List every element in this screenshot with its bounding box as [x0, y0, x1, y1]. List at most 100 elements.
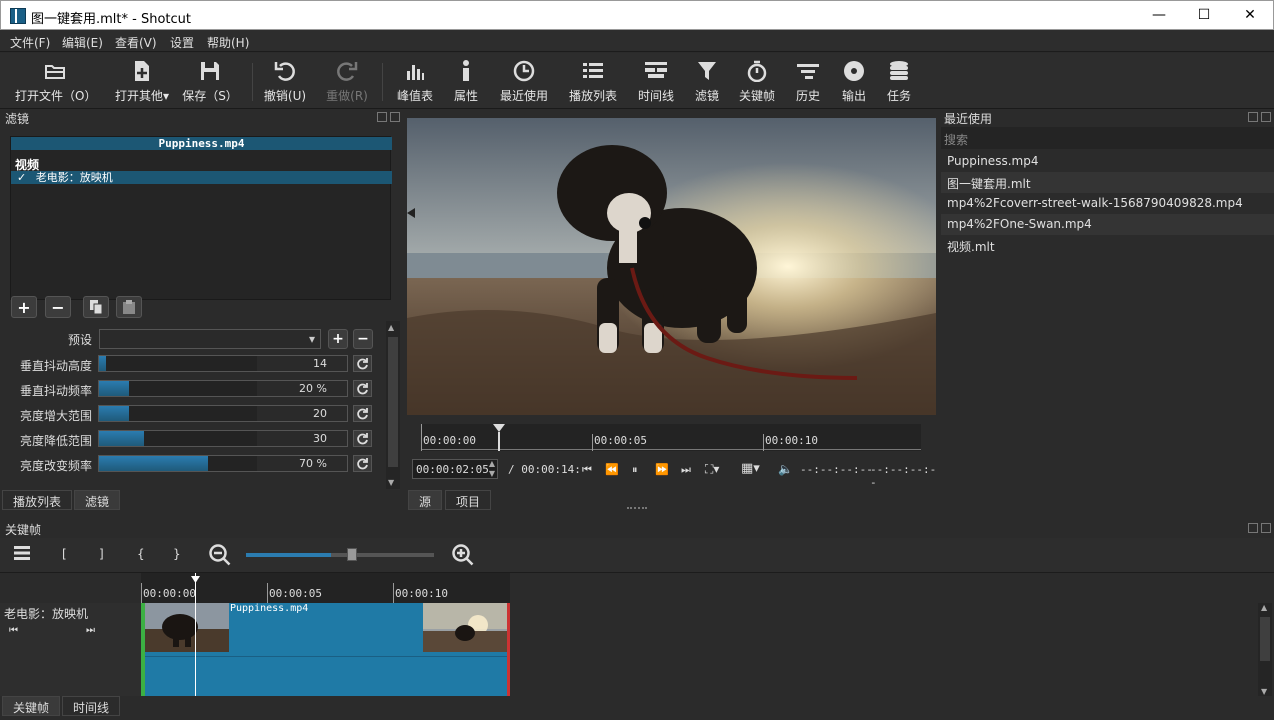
- param-slider[interactable]: 20: [98, 405, 348, 422]
- menu-settings[interactable]: 设置: [170, 34, 194, 51]
- history-button[interactable]: 历史: [790, 59, 826, 104]
- preset-dropdown[interactable]: ▾: [99, 329, 321, 349]
- export-button[interactable]: 输出: [836, 59, 872, 104]
- reset-param-button[interactable]: [353, 430, 372, 447]
- param-slider[interactable]: 30: [98, 430, 348, 447]
- zoom-in-icon[interactable]: [451, 543, 475, 570]
- next-keyframe-button[interactable]: }: [173, 547, 181, 561]
- menu-help[interactable]: 帮助(H): [207, 34, 249, 51]
- tab-timeline[interactable]: 时间线: [62, 696, 121, 716]
- grid-icon[interactable]: ▦▾: [741, 461, 760, 476]
- reset-param-button[interactable]: [353, 455, 372, 472]
- params-scrollbar[interactable]: ▲ ▼: [386, 321, 400, 489]
- seek-out-button[interactable]: ]: [99, 547, 104, 561]
- prev-keyframe-icon[interactable]: ⏮: [9, 625, 18, 636]
- player-timeline-ruler[interactable]: 00:00:00 00:00:05 00:00:10: [421, 424, 921, 451]
- param-slider[interactable]: 14: [98, 355, 348, 372]
- tab-playlist[interactable]: 播放列表: [2, 490, 73, 510]
- keyframes-button[interactable]: 关键帧: [734, 59, 780, 104]
- recent-search-input[interactable]: 搜索: [941, 127, 1274, 149]
- checkbox-icon[interactable]: ✓: [17, 171, 26, 184]
- recent-panel-title: 最近使用: [944, 112, 993, 126]
- keyframes-scrollbar[interactable]: ▲ ▼: [1258, 603, 1272, 696]
- next-keyframe-icon[interactable]: ⏭: [86, 625, 95, 636]
- properties-button[interactable]: 属性: [448, 59, 484, 104]
- copy-filter-button[interactable]: [83, 296, 109, 318]
- save-button[interactable]: 保存（S）: [178, 59, 242, 104]
- playlist-button[interactable]: 播放列表: [565, 59, 621, 104]
- recent-item[interactable]: mp4%2FOne-Swan.mp4: [941, 214, 1274, 235]
- param-fill: [99, 431, 144, 446]
- menu-file[interactable]: 文件(F): [10, 34, 50, 51]
- tab-project[interactable]: 项目: [445, 490, 492, 510]
- pause-icon[interactable]: ⏸: [632, 463, 638, 477]
- zoom-out-icon[interactable]: [208, 543, 232, 570]
- recent-button[interactable]: 最近使用: [496, 59, 552, 104]
- undo-button[interactable]: 撤销(U): [260, 59, 310, 104]
- tab-filters[interactable]: 滤镜: [74, 490, 121, 510]
- volume-icon[interactable]: 🔈: [778, 462, 793, 476]
- skip-next-icon[interactable]: ⏭: [681, 463, 691, 477]
- clip-thumbnail-end: [423, 603, 507, 652]
- float-panel-icon[interactable]: [1248, 112, 1258, 122]
- recent-item[interactable]: 视频.mlt: [941, 235, 1274, 256]
- param-value: 20: [313, 407, 327, 420]
- param-slider[interactable]: 70 %: [98, 455, 348, 472]
- reset-param-button[interactable]: [353, 380, 372, 397]
- zoom-slider[interactable]: [246, 548, 434, 561]
- rewind-icon[interactable]: ⏪: [605, 463, 619, 476]
- spinner-icon[interactable]: ▲ ▼: [489, 459, 495, 479]
- add-filter-button[interactable]: +: [11, 296, 37, 318]
- close-panel-icon[interactable]: [390, 112, 400, 122]
- list-icon: [565, 59, 621, 83]
- fast-forward-icon[interactable]: ⏩: [655, 463, 669, 476]
- peak-meter-button[interactable]: 峰值表: [393, 59, 437, 104]
- menu-icon[interactable]: [14, 546, 30, 563]
- undo-icon: [260, 59, 310, 83]
- keyframe-clip[interactable]: Puppiness.mp4: [141, 603, 510, 696]
- keyframes-playhead[interactable]: [195, 573, 196, 696]
- skip-previous-icon[interactable]: ⏮: [582, 463, 592, 477]
- reset-param-button[interactable]: [353, 405, 372, 422]
- recent-item[interactable]: Puppiness.mp4: [941, 151, 1274, 172]
- maximize-button[interactable]: ☐: [1181, 1, 1227, 30]
- close-panel-icon[interactable]: [1261, 112, 1271, 122]
- menu-view[interactable]: 查看(V): [115, 34, 157, 51]
- paste-filter-button[interactable]: [116, 296, 142, 318]
- float-panel-icon[interactable]: [377, 112, 387, 122]
- open-file-button[interactable]: 打开文件（O）: [15, 59, 96, 104]
- open-other-button[interactable]: 打开其他▾: [110, 59, 174, 104]
- bottom-tabbar: 关键帧 时间线: [0, 696, 1274, 720]
- prev-keyframe-button[interactable]: {: [137, 547, 145, 561]
- param-slider[interactable]: 20 %: [98, 380, 348, 397]
- save-label: 保存（S）: [182, 89, 238, 103]
- video-preview[interactable]: [407, 118, 936, 415]
- redo-button[interactable]: 重做(R): [322, 59, 372, 104]
- in-point-value: --:--:--:--: [800, 463, 873, 476]
- float-panel-icon[interactable]: [1248, 523, 1258, 533]
- current-time-field[interactable]: 00:00:02:05 ▲ ▼: [412, 459, 498, 479]
- reset-param-button[interactable]: [353, 355, 372, 372]
- playhead-marker[interactable]: [493, 424, 507, 454]
- recent-item[interactable]: mp4%2Fcoverr-street-walk-1568790409828.m…: [941, 193, 1274, 214]
- timeline-button[interactable]: 时间线: [634, 59, 678, 104]
- save-preset-button[interactable]: +: [328, 329, 348, 349]
- zoom-fit-icon[interactable]: ⛶▾: [705, 462, 719, 477]
- dropdown-arrow-icon: ▾: [162, 89, 170, 103]
- delete-preset-button[interactable]: −: [353, 329, 373, 349]
- minimize-button[interactable]: —: [1136, 1, 1182, 30]
- filters-button[interactable]: 滤镜: [690, 59, 724, 104]
- out-point-value: --:--:--:--: [870, 463, 937, 489]
- menu-bar: 文件(F) 编辑(E) 查看(V) 设置 帮助(H): [0, 30, 1274, 52]
- jobs-button[interactable]: 任务: [882, 59, 916, 104]
- close-panel-icon[interactable]: [1261, 523, 1271, 533]
- tab-keyframes[interactable]: 关键帧: [2, 696, 61, 716]
- menu-edit[interactable]: 编辑(E): [62, 34, 103, 51]
- remove-filter-button[interactable]: −: [45, 296, 71, 318]
- splitter-handle[interactable]: [627, 507, 647, 510]
- tab-source[interactable]: 源: [408, 490, 443, 510]
- seek-in-button[interactable]: [: [62, 547, 67, 561]
- close-button[interactable]: ✕: [1227, 1, 1273, 30]
- recent-item[interactable]: 图一键套用.mlt: [941, 172, 1274, 193]
- filter-item-old-film[interactable]: ✓ 老电影：放映机: [11, 171, 392, 184]
